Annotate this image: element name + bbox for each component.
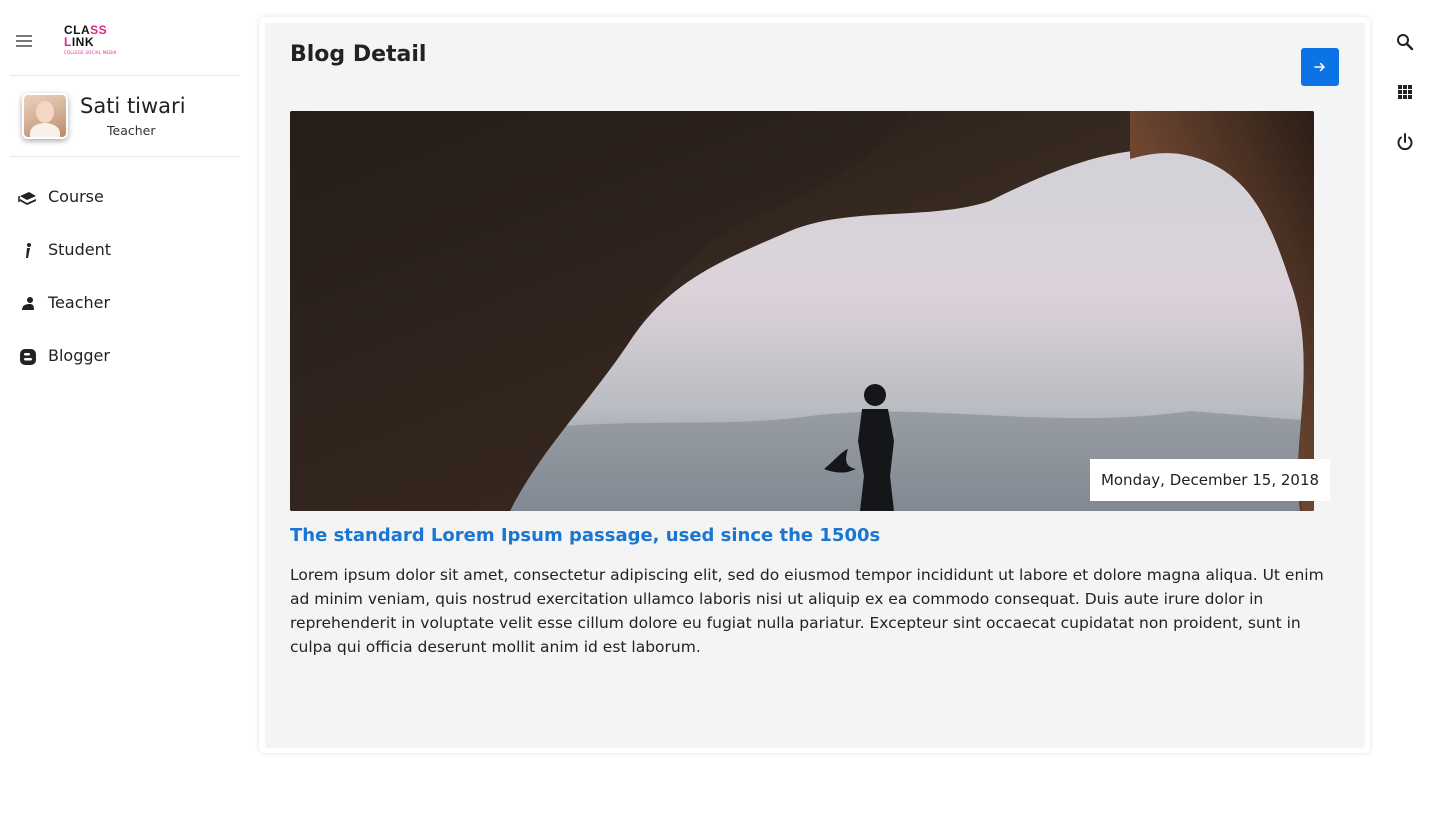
apps-grid-icon[interactable]	[1394, 81, 1416, 103]
logo-text-d: INK	[71, 35, 95, 49]
sidebar-item-course[interactable]: Course	[10, 178, 240, 231]
app-logo[interactable]: CLASS LINK COLLEGE SOCIAL MEDIA	[62, 23, 122, 57]
sidebar-item-label: Teacher	[48, 293, 111, 312]
sidebar-item-teacher[interactable]: Teacher	[10, 284, 240, 337]
blog-hero-image	[290, 111, 1314, 511]
sidebar-item-label: Course	[48, 187, 104, 206]
profile-name: Sati tiwari	[80, 94, 186, 118]
sidebar-nav: Course Student Teacher Blogger	[10, 178, 240, 390]
post-title[interactable]: The standard Lorem Ipsum passage, used s…	[290, 525, 880, 546]
logo-tagline: COLLEGE SOCIAL MEDIA	[64, 50, 117, 55]
page-title: Blog Detail	[290, 42, 427, 67]
hamburger-menu-icon[interactable]	[14, 32, 34, 52]
sidebar-item-student[interactable]: Student	[10, 231, 240, 284]
arrow-right-icon	[1314, 62, 1325, 72]
post-date-badge: Monday, December 15, 2018	[1090, 459, 1330, 501]
post-body: Lorem ipsum dolor sit amet, consectetur …	[290, 566, 1324, 656]
power-icon[interactable]	[1394, 131, 1416, 153]
blogger-icon	[18, 347, 38, 367]
sidebar-item-label: Student	[48, 240, 111, 259]
user-profile[interactable]: Sati tiwari Teacher	[10, 77, 240, 155]
next-button[interactable]	[1301, 48, 1339, 86]
sidebar-item-blogger[interactable]: Blogger	[10, 337, 240, 390]
book-stack-icon	[18, 188, 38, 208]
profile-role: Teacher	[107, 123, 156, 138]
sidebar-item-label: Blogger	[48, 346, 110, 365]
teacher-icon	[18, 294, 38, 314]
blog-detail-card: Blog Detail Monday, December 15, 2018 Th…	[265, 23, 1365, 748]
divider	[10, 156, 240, 157]
avatar[interactable]	[22, 93, 68, 139]
search-icon[interactable]	[1394, 31, 1416, 53]
logo-text-c: L	[64, 35, 72, 49]
sidebar: CLASS LINK COLLEGE SOCIAL MEDIA Sati tiw…	[0, 0, 250, 816]
student-icon	[18, 241, 38, 261]
divider	[10, 75, 240, 76]
